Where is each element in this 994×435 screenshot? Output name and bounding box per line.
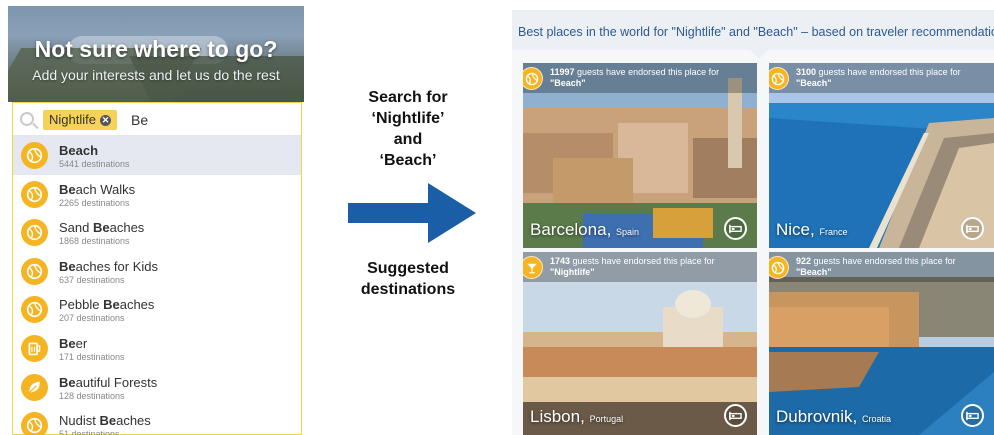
suggestion-item[interactable]: Sand Beaches 1868 destinations [13,213,301,252]
results-panel: Best places in the world for "Nightlife"… [512,10,994,435]
hotel-bed-icon[interactable] [724,404,747,427]
suggestion-item[interactable]: Nudist Beaches 51 destinations [13,406,301,435]
leaf-icon [21,373,48,401]
destination-card-nice[interactable]: 3100 guests have endorsed this place for… [769,63,994,248]
interest-chip[interactable]: Nightlife ✕ [43,110,117,130]
endorsement-text: 11997 guests have endorsed this place fo… [550,67,720,88]
suggestion-item[interactable]: Beach 5441 destinations [13,136,301,175]
suggestion-label: Beautiful Forests [59,374,158,390]
suggestion-count: 207 destinations [59,313,125,324]
suggestion-list: Beach 5441 destinations Beach Walks 2265 de… [13,136,301,435]
suggestion-item[interactable]: Beaches for Kids 637 destinations [13,252,301,291]
suggestion-count: 2265 destinations [59,197,130,208]
beach-ball-icon [21,219,48,247]
destination-card-dubrovnik[interactable]: 922 guests have endorsed this place for "… [769,252,994,435]
search-box: Nightlife ✕ Be Beach 5441 destinations Bea… [12,102,302,435]
suggestion-count: 51 destinations [59,429,120,435]
suggestion-label: Beer [59,335,88,351]
search-caption: Search for ‘Nightlife’ and ‘Beach’ [368,89,448,169]
beach-ball-icon [21,142,48,169]
suggestion-count: 5441 destinations [59,159,130,169]
destination-card-lisbon[interactable]: 1743 guests have endorsed this place for… [523,252,757,435]
search-icon [20,112,34,126]
city-name: Lisbon, Portugal [530,407,624,426]
suggestion-item[interactable]: Beer 171 destinations [13,329,301,368]
beach-ball-icon [21,296,48,324]
endorsement-text: 3100 guests have endorsed this place for… [796,67,961,88]
beach-ball-icon [21,257,48,285]
suggestion-label: Pebble Beaches [59,297,155,313]
suggestion-label: Beach [59,143,99,158]
suggestion-item[interactable]: Pebble Beaches 207 destinations [13,290,301,329]
right-arrow-icon [348,183,476,243]
interest-search-panel: Not sure where to go? Add your interests… [8,6,304,435]
city-name: Dubrovnik, Croatia [776,407,892,426]
hotel-bed-icon[interactable] [724,217,747,240]
beach-ball-icon [21,180,48,208]
suggestion-item[interactable]: Beautiful Forests 128 destinations [13,368,301,407]
city-name: Nice, France [776,220,848,239]
destination-card-barcelona[interactable]: 11997 guests have endorsed this place fo… [523,63,757,248]
interest-chip-label: Nightlife [49,112,96,127]
hero-banner: Not sure where to go? Add your interests… [8,6,304,102]
city-name: Barcelona, Spain [530,220,640,239]
hero-subtitle: Add your interests and let us do the res… [32,67,280,83]
suggestion-count: 171 destinations [59,351,125,362]
suggestion-count: 1868 destinations [59,236,130,247]
suggestion-label: Beach Walks [59,181,136,197]
hotel-bed-icon[interactable] [961,404,984,427]
remove-chip-icon[interactable]: ✕ [99,114,111,126]
hotel-bed-icon[interactable] [961,217,984,240]
beach-ball-icon [21,412,48,435]
beer-mug-icon [21,334,48,362]
endorsement-text: 922 guests have endorsed this place for "… [796,256,956,277]
suggested-caption: Suggested destinations [360,260,456,298]
endorsement-text: 1743 guests have endorsed this place for… [550,256,715,277]
suggestion-label: Nudist Beaches [59,413,151,429]
suggestion-label: Beaches for Kids [59,258,158,274]
search-input[interactable]: Nightlife ✕ Be [13,103,301,136]
suggestion-count: 637 destinations [59,274,125,285]
suggestion-count: 128 destinations [59,390,125,401]
hero-title: Not sure where to go? [34,36,278,62]
suggestion-label: Sand Beaches [59,220,145,236]
search-query[interactable]: Be [131,112,148,128]
results-header: Best places in the world for "Nightlife"… [512,10,994,50]
suggestion-item[interactable]: Beach Walks 2265 destinations [13,175,301,214]
